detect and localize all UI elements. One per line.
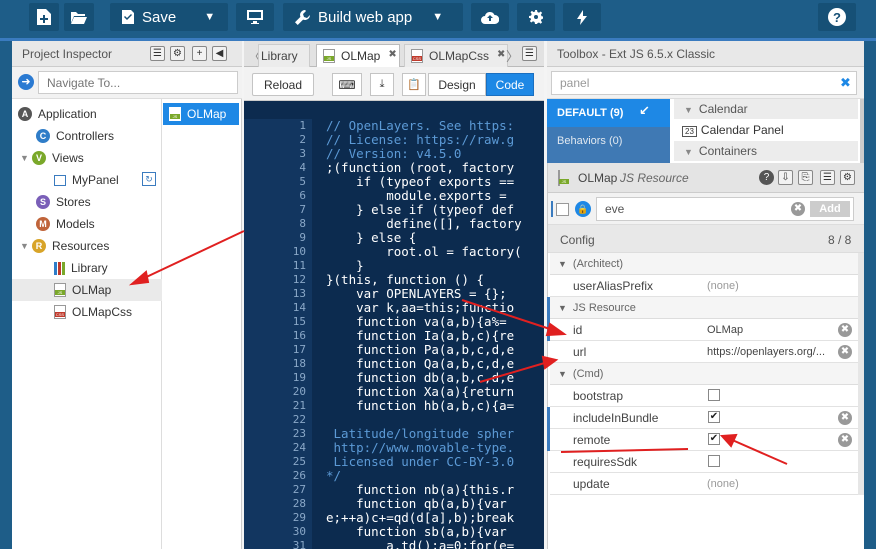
annotation-arrowhead [128, 270, 150, 286]
annotation-overlay [128, 230, 788, 465]
annotation-arrow-remote [729, 438, 788, 465]
annotation-arrow-url [479, 361, 549, 383]
annotation-arrowhead [719, 433, 738, 448]
annotation-underline-remote [560, 448, 689, 453]
annotation-arrow-id [461, 299, 557, 332]
annotation-arrowhead [541, 355, 559, 370]
annotation-arrow-olmap [139, 230, 245, 281]
annotation-arrowhead [545, 322, 567, 337]
